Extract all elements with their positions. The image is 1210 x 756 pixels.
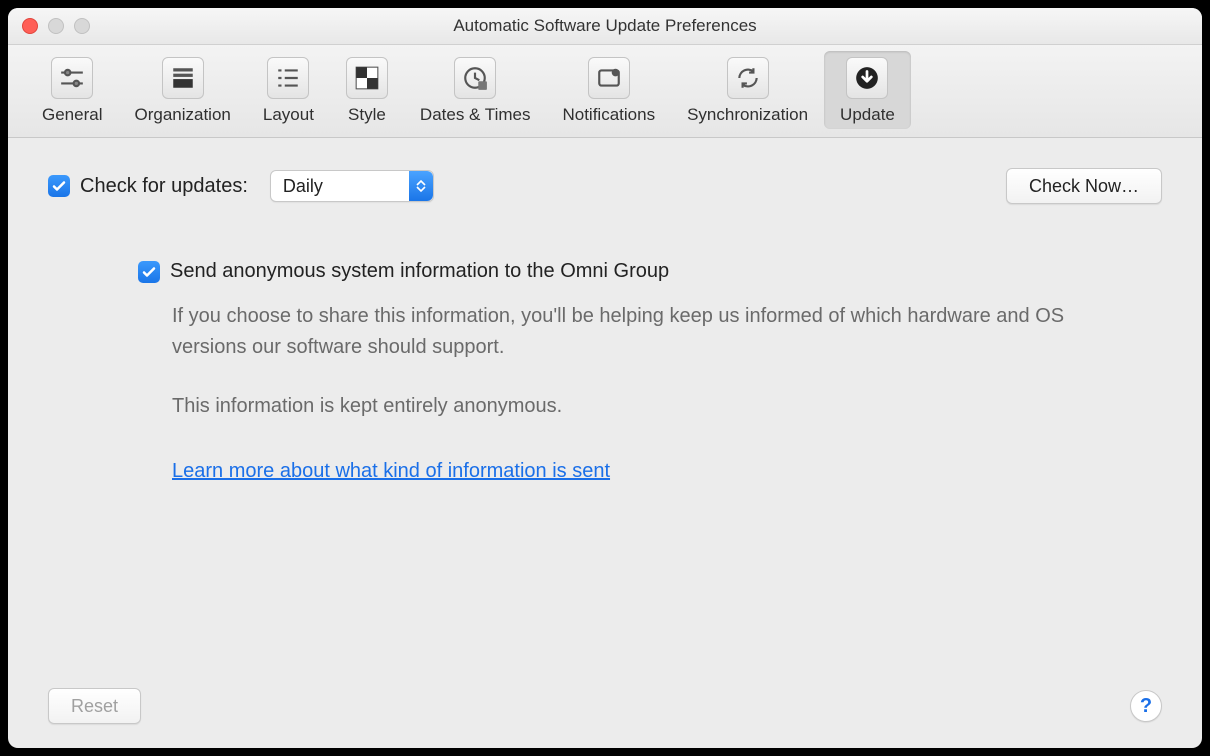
tab-synchronization[interactable]: Synchronization: [671, 51, 824, 129]
update-frequency-value: Daily: [283, 176, 323, 197]
anonymous-info-description-2: This information is kept entirely anonym…: [172, 391, 1072, 422]
minimize-window-button: [48, 18, 64, 34]
sync-icon: [727, 57, 769, 99]
download-icon: [846, 57, 888, 99]
anonymous-info-label: Send anonymous system information to the…: [170, 260, 669, 283]
check-updates-label: Check for updates:: [80, 175, 248, 198]
check-updates-row: Check for updates: Daily Check Now…: [48, 168, 1162, 204]
zoom-window-button: [74, 18, 90, 34]
help-icon: ?: [1140, 695, 1152, 718]
tab-label: Organization: [134, 105, 230, 125]
stepper-icon: [409, 171, 433, 201]
tab-label: Style: [348, 105, 386, 125]
tab-dates-times[interactable]: Dates & Times: [404, 51, 547, 129]
tab-label: Synchronization: [687, 105, 808, 125]
tab-notifications[interactable]: Notifications: [546, 51, 671, 129]
reset-label: Reset: [71, 696, 118, 717]
check-updates-checkbox[interactable]: [48, 175, 70, 197]
anonymous-info-description-1: If you choose to share this information,…: [172, 301, 1072, 363]
tab-style[interactable]: Style: [330, 51, 404, 129]
anonymous-info-row: Send anonymous system information to the…: [138, 260, 1162, 283]
footer: Reset ?: [48, 688, 1162, 728]
checker-icon: [346, 57, 388, 99]
tab-label: Dates & Times: [420, 105, 531, 125]
traffic-lights: [22, 18, 90, 34]
window-title: Automatic Software Update Preferences: [8, 16, 1202, 36]
list-icon: [267, 57, 309, 99]
learn-more-link[interactable]: Learn more about what kind of informatio…: [172, 460, 610, 482]
tab-organization[interactable]: Organization: [118, 51, 246, 129]
tab-label: Update: [840, 105, 895, 125]
tab-label: General: [42, 105, 102, 125]
notification-icon: [588, 57, 630, 99]
tab-label: Notifications: [562, 105, 655, 125]
tab-label: Layout: [263, 105, 314, 125]
tab-general[interactable]: General: [26, 51, 118, 129]
tab-layout[interactable]: Layout: [247, 51, 330, 129]
clock-icon: [454, 57, 496, 99]
tab-update[interactable]: Update: [824, 51, 911, 129]
stack-icon: [162, 57, 204, 99]
check-now-label: Check Now…: [1029, 176, 1139, 197]
preferences-body: Check for updates: Daily Check Now… Send…: [8, 138, 1202, 748]
check-now-button[interactable]: Check Now…: [1006, 168, 1162, 204]
learn-more-row: Learn more about what kind of informatio…: [172, 460, 1162, 483]
preferences-window: Automatic Software Update Preferences Ge…: [8, 8, 1202, 748]
close-window-button[interactable]: [22, 18, 38, 34]
sliders-icon: [51, 57, 93, 99]
preferences-toolbar: General Organization Layout Style Dates: [8, 45, 1202, 138]
anonymous-info-checkbox[interactable]: [138, 261, 160, 283]
reset-button[interactable]: Reset: [48, 688, 141, 724]
update-frequency-select[interactable]: Daily: [270, 170, 434, 202]
help-button[interactable]: ?: [1130, 690, 1162, 722]
title-bar: Automatic Software Update Preferences: [8, 8, 1202, 45]
